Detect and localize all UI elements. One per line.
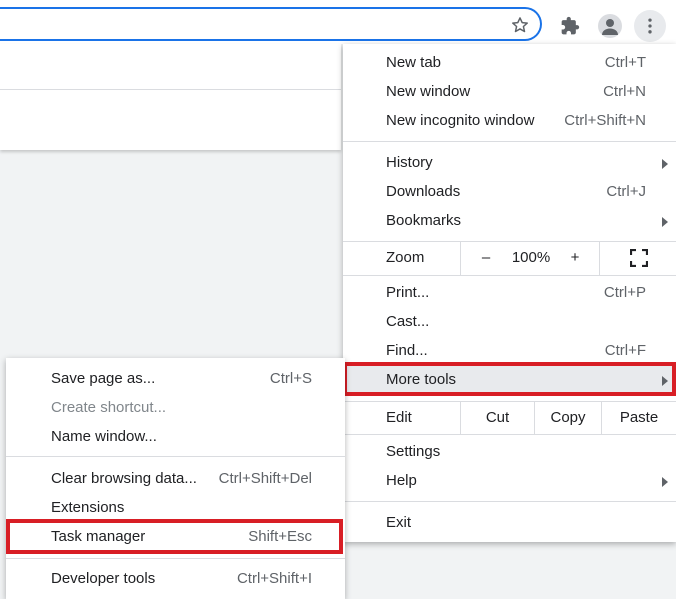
- menu-item-bookmarks[interactable]: Bookmarks: [343, 207, 676, 236]
- menu-item-new-tab[interactable]: New tab Ctrl+T: [343, 49, 676, 78]
- divider: [460, 242, 461, 275]
- zoom-in-button[interactable]: +: [565, 249, 585, 266]
- menu-item-history[interactable]: History: [343, 149, 676, 178]
- menu-separator: [6, 456, 345, 457]
- submenu-arrow-icon: [662, 477, 668, 487]
- copy-button[interactable]: Copy: [535, 409, 601, 426]
- submenu-item-save-page[interactable]: Save page as... Ctrl+S: [6, 364, 345, 393]
- menu-item-shortcut: Ctrl+T: [604, 54, 646, 71]
- menu-item-label: Exit: [386, 514, 412, 531]
- submenu-item-shortcut: Ctrl+Shift+I: [236, 570, 312, 587]
- submenu-item-label: Name window...: [51, 428, 157, 445]
- submenu-item-label: Developer tools: [51, 570, 156, 587]
- menu-item-shortcut: Ctrl+N: [603, 83, 646, 100]
- menu-item-label: New tab: [386, 54, 442, 71]
- zoom-out-button[interactable]: –: [476, 249, 496, 266]
- menu-item-help[interactable]: Help: [343, 467, 676, 496]
- task-manager-highlight-box: [6, 519, 343, 554]
- submenu-item-name-window[interactable]: Name window...: [6, 422, 345, 451]
- paste-button[interactable]: Paste: [602, 409, 676, 426]
- menu-item-shortcut: Ctrl+F: [604, 342, 646, 359]
- zoom-row: Zoom – 100% +: [343, 242, 676, 275]
- edit-label: Edit: [386, 409, 412, 426]
- submenu-item-shortcut: Ctrl+S: [269, 370, 312, 387]
- more-tools-submenu: Save page as... Ctrl+S Create shortcut..…: [6, 358, 345, 599]
- divider: [599, 242, 600, 275]
- menu-item-label: Find...: [386, 342, 428, 359]
- menu-separator: [343, 141, 676, 142]
- zoom-label: Zoom: [386, 249, 425, 266]
- extensions-button[interactable]: [554, 10, 586, 42]
- browser-toolbar: [0, 0, 676, 44]
- menu-item-shortcut: Ctrl+P: [603, 284, 646, 301]
- submenu-item-extensions[interactable]: Extensions: [6, 493, 345, 522]
- chrome-main-menu: New tab Ctrl+T New window Ctrl+N New inc…: [343, 44, 676, 542]
- star-icon[interactable]: [510, 15, 530, 35]
- profile-icon: [602, 19, 618, 35]
- menu-item-settings[interactable]: Settings: [343, 438, 676, 467]
- menu-separator: [343, 275, 676, 276]
- menu-item-label: Help: [386, 472, 417, 489]
- zoom-level: 100%: [511, 249, 551, 266]
- submenu-item-developer-tools[interactable]: Developer tools Ctrl+Shift+I: [6, 564, 345, 593]
- menu-item-print[interactable]: Print... Ctrl+P: [343, 279, 676, 308]
- menu-item-label: New window: [386, 83, 471, 100]
- divider: [0, 89, 341, 90]
- fullscreen-icon[interactable]: [630, 249, 648, 267]
- submenu-item-shortcut: Ctrl+Shift+Del: [218, 470, 312, 487]
- menu-separator: [6, 558, 345, 559]
- submenu-item-label: Extensions: [51, 499, 125, 516]
- avatar: [598, 14, 622, 38]
- submenu-item-clear-browsing-data[interactable]: Clear browsing data... Ctrl+Shift+Del: [6, 464, 345, 493]
- menu-item-label: New incognito window: [386, 112, 535, 129]
- menu-item-label: Print...: [386, 284, 430, 301]
- kebab-menu-icon: [648, 18, 652, 34]
- address-bar[interactable]: [0, 7, 542, 41]
- page-content-panel: [0, 44, 341, 150]
- submenu-item-label: Create shortcut...: [51, 399, 167, 416]
- menu-item-shortcut: Ctrl+J: [606, 183, 646, 200]
- menu-item-label: Settings: [386, 443, 441, 460]
- submenu-item-create-shortcut: Create shortcut...: [6, 393, 345, 422]
- chrome-menu-button[interactable]: [634, 10, 666, 42]
- menu-separator: [343, 501, 676, 502]
- submenu-arrow-icon: [662, 159, 668, 169]
- menu-item-label: Bookmarks: [386, 212, 462, 229]
- more-tools-highlight-box: [343, 362, 676, 396]
- puzzle-extensions-icon: [561, 16, 580, 35]
- submenu-item-label: Save page as...: [51, 370, 156, 387]
- submenu-item-label: Clear browsing data...: [51, 470, 197, 487]
- cut-button[interactable]: Cut: [461, 409, 534, 426]
- menu-item-cast[interactable]: Cast...: [343, 308, 676, 337]
- edit-row: Edit Cut Copy Paste: [343, 402, 676, 434]
- profile-button[interactable]: [594, 10, 626, 42]
- menu-item-label: Cast...: [386, 313, 430, 330]
- menu-separator: [343, 434, 676, 435]
- menu-item-new-incognito-window[interactable]: New incognito window Ctrl+Shift+N: [343, 107, 676, 136]
- menu-item-label: History: [386, 154, 433, 171]
- menu-item-label: Downloads: [386, 183, 461, 200]
- submenu-arrow-icon: [662, 217, 668, 227]
- menu-item-exit[interactable]: Exit: [343, 509, 676, 538]
- menu-item-new-window[interactable]: New window Ctrl+N: [343, 78, 676, 107]
- menu-item-downloads[interactable]: Downloads Ctrl+J: [343, 178, 676, 207]
- menu-item-shortcut: Ctrl+Shift+N: [564, 112, 646, 129]
